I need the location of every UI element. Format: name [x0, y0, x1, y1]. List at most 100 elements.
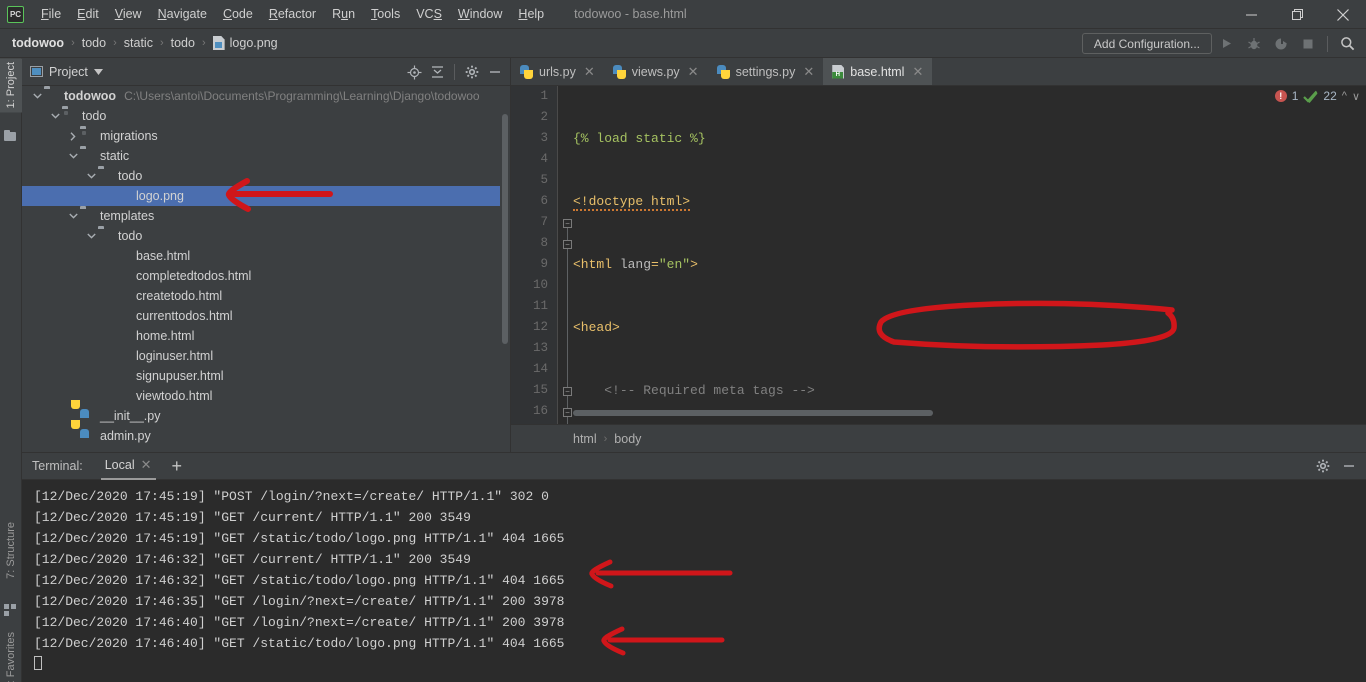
- tree-item-home-html[interactable]: home.html: [22, 326, 510, 346]
- close-icon[interactable]: ✕: [803, 64, 814, 80]
- tree-item-viewtodo-html[interactable]: viewtodo.html: [22, 386, 510, 406]
- breadcrumb-item-2[interactable]: static: [124, 36, 153, 50]
- chevron-right-icon[interactable]: [66, 129, 80, 143]
- hide-panel-icon[interactable]: [484, 61, 506, 83]
- project-tree[interactable]: todowoo C:\Users\antoi\Documents\Programm…: [22, 86, 510, 452]
- tree-item-currenttodos-html[interactable]: currenttodos.html: [22, 306, 510, 326]
- menu-refactor[interactable]: Refactor: [261, 4, 324, 24]
- tab-urls-py[interactable]: urls.py ✕: [511, 58, 604, 85]
- locate-icon[interactable]: [403, 61, 425, 83]
- chevron-down-icon[interactable]: [30, 89, 44, 103]
- hide-panel-icon[interactable]: [1338, 455, 1360, 477]
- terminal-output[interactable]: [12/Dec/2020 17:45:19] "POST /login/?nex…: [22, 480, 1366, 682]
- tree-item-label: home.html: [136, 329, 195, 343]
- menu-help[interactable]: Help: [510, 4, 552, 24]
- tree-item-todo[interactable]: todo: [22, 166, 510, 186]
- editor-horizontal-scrollbar[interactable]: [573, 409, 1366, 417]
- terminal-tab-local[interactable]: Local ✕: [100, 453, 156, 480]
- code-line-2: <!doctype html>: [573, 194, 691, 211]
- code-editor: urls.py ✕ views.py ✕ settings.py ✕ base.…: [511, 58, 1366, 452]
- chevron-down-icon[interactable]: ∨: [1352, 90, 1360, 103]
- settings-gear-icon[interactable]: [1312, 455, 1334, 477]
- project-panel-title[interactable]: Project: [30, 65, 103, 79]
- run-icon[interactable]: [1214, 31, 1239, 56]
- scrollbar-thumb[interactable]: [573, 410, 933, 416]
- tree-item-base-html[interactable]: base.html: [22, 246, 510, 266]
- fold-marker-head[interactable]: −: [563, 240, 572, 249]
- close-icon[interactable]: ✕: [688, 64, 699, 80]
- fold-marker-html[interactable]: −: [563, 219, 572, 228]
- add-terminal-button[interactable]: +: [172, 457, 183, 475]
- close-icon[interactable]: ✕: [584, 64, 595, 80]
- line-number: 14: [532, 362, 548, 376]
- menu-file[interactable]: File: [33, 4, 69, 24]
- breadcrumb-file-label: logo.png: [229, 36, 278, 50]
- tree-item-admin-py[interactable]: admin.py: [22, 426, 510, 446]
- line-number: 2: [540, 110, 548, 124]
- search-icon[interactable]: [1335, 31, 1360, 56]
- sidebar-item-favorites[interactable]: 2: Favorites: [0, 628, 22, 682]
- tree-item-signupuser-html[interactable]: signupuser.html: [22, 366, 510, 386]
- menu-run[interactable]: Run: [324, 4, 363, 24]
- stop-icon[interactable]: [1295, 31, 1320, 56]
- fold-marker-body[interactable]: −: [563, 408, 572, 417]
- menu-vcs[interactable]: VCS: [408, 4, 450, 24]
- chevron-down-icon[interactable]: [84, 169, 98, 183]
- chevron-down-icon[interactable]: [66, 149, 80, 163]
- coverage-icon[interactable]: [1268, 31, 1293, 56]
- project-tree-scrollbar[interactable]: [500, 114, 510, 452]
- tree-item-migrations[interactable]: migrations: [22, 126, 510, 146]
- tree-item-todowoo[interactable]: todowoo C:\Users\antoi\Documents\Programm…: [22, 86, 510, 106]
- window-controls: [1228, 0, 1366, 29]
- sidebar-item-project[interactable]: 1: Project: [0, 58, 22, 113]
- tree-item-static[interactable]: static: [22, 146, 510, 166]
- add-configuration-button[interactable]: Add Configuration...: [1081, 33, 1212, 54]
- menu-window[interactable]: Window: [450, 4, 510, 24]
- tree-item-templates[interactable]: templates: [22, 206, 510, 226]
- code-area[interactable]: 1234567891011121314151617 − − − − {% loa…: [511, 86, 1366, 424]
- breadcrumb-item-0[interactable]: todowoo: [12, 36, 64, 50]
- menu-tools[interactable]: Tools: [363, 4, 408, 24]
- tree-item-createtodo-html[interactable]: createtodo.html: [22, 286, 510, 306]
- collapse-all-icon[interactable]: [426, 61, 448, 83]
- menu-edit[interactable]: Edit: [69, 4, 107, 24]
- editor-tab-bar: urls.py ✕ views.py ✕ settings.py ✕ base.…: [511, 58, 1366, 86]
- inspection-widget[interactable]: ! 1 22 ^ ∨: [1274, 89, 1360, 103]
- tree-item--init-py[interactable]: __init__.py: [22, 406, 510, 426]
- menu-view[interactable]: View: [107, 4, 150, 24]
- tab-views-py[interactable]: views.py ✕: [604, 58, 708, 85]
- editor-breadcrumb-body[interactable]: body: [614, 432, 641, 446]
- breadcrumb-item-3[interactable]: todo: [171, 36, 195, 50]
- tab-base-html[interactable]: base.html ✕: [823, 58, 933, 85]
- project-folder-icon: [4, 129, 18, 144]
- tree-item-logo-png[interactable]: logo.png: [22, 186, 510, 206]
- tab-settings-py[interactable]: settings.py ✕: [708, 58, 824, 85]
- tree-item-completedtodos-html[interactable]: completedtodos.html: [22, 266, 510, 286]
- maximize-icon[interactable]: [1274, 0, 1320, 29]
- debug-icon[interactable]: [1241, 31, 1266, 56]
- tree-item-todo[interactable]: todo: [22, 226, 510, 246]
- sidebar-item-structure[interactable]: 7: Structure: [0, 518, 22, 583]
- breadcrumb-file[interactable]: logo.png: [212, 36, 278, 50]
- chevron-down-icon[interactable]: [84, 229, 98, 243]
- breadcrumb-item-1[interactable]: todo: [82, 36, 106, 50]
- tree-item-loginuser-html[interactable]: loginuser.html: [22, 346, 510, 366]
- menu-code[interactable]: Code: [215, 4, 261, 24]
- scrollbar-thumb[interactable]: [502, 114, 508, 344]
- fold-marker-head-end[interactable]: −: [563, 387, 572, 396]
- close-icon[interactable]: [1320, 0, 1366, 29]
- menu-navigate[interactable]: Navigate: [150, 4, 215, 24]
- minimize-icon[interactable]: [1228, 0, 1274, 29]
- tree-item-todo[interactable]: todo: [22, 106, 510, 126]
- python-file-icon: [716, 64, 730, 79]
- toolbar-divider: [1327, 35, 1328, 52]
- chevron-down-icon[interactable]: [66, 209, 80, 223]
- chevron-up-icon[interactable]: ^: [1342, 90, 1347, 102]
- settings-gear-icon[interactable]: [461, 61, 483, 83]
- chevron-down-icon[interactable]: [48, 109, 62, 123]
- close-icon[interactable]: ✕: [912, 64, 923, 80]
- close-icon[interactable]: ✕: [141, 457, 152, 473]
- line-number-gutter: 1234567891011121314151617: [511, 86, 558, 424]
- editor-breadcrumb-html[interactable]: html: [573, 432, 597, 446]
- source-code[interactable]: {% load static %} <!doctype html> <html …: [573, 86, 1366, 424]
